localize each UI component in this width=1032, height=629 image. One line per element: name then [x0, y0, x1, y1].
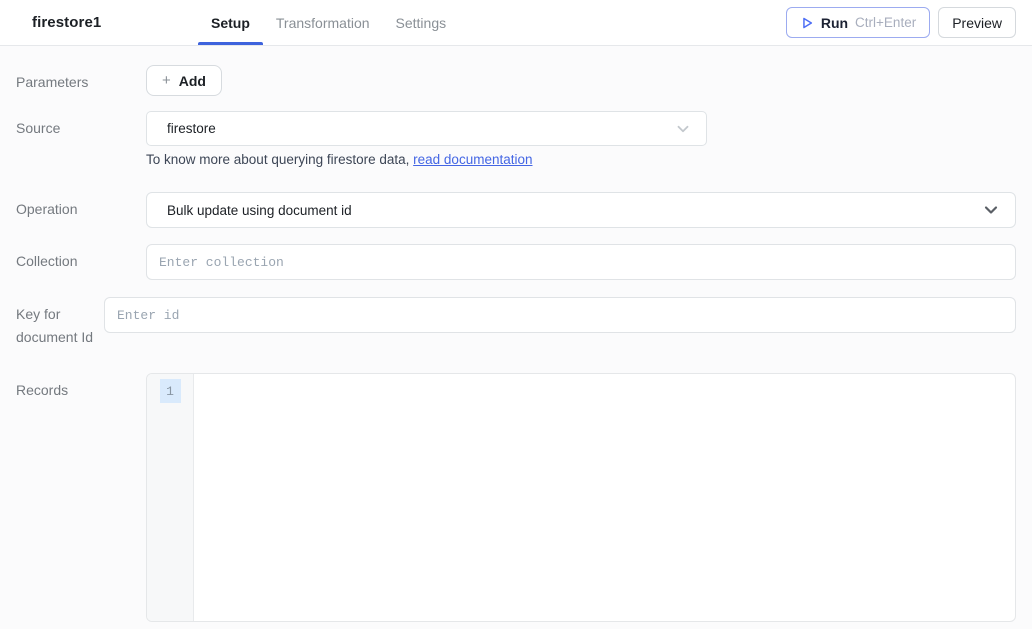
- tab-setup[interactable]: Setup: [198, 0, 263, 45]
- query-header: firestore1 Setup Transformation Settings…: [0, 0, 1032, 46]
- tab-settings[interactable]: Settings: [383, 0, 460, 45]
- source-row: Source firestore To know more about quer…: [16, 111, 1016, 167]
- collection-input[interactable]: [146, 244, 1016, 280]
- operation-label: Operation: [16, 192, 146, 228]
- add-parameter-label: Add: [179, 73, 206, 89]
- source-label: Source: [16, 111, 146, 167]
- line-number-gutter: 1: [147, 374, 194, 621]
- records-code-area[interactable]: [194, 374, 1015, 621]
- document-key-label: Key for document Id: [16, 297, 104, 349]
- collection-label: Collection: [16, 244, 146, 280]
- parameters-label: Parameters: [16, 65, 146, 96]
- document-id-input[interactable]: [104, 297, 1016, 333]
- operation-select-value: Bulk update using document id: [167, 203, 981, 218]
- run-button-label: Run: [821, 15, 848, 31]
- operation-row: Operation Bulk update using document id: [16, 192, 1016, 228]
- query-setup-form: Parameters + Add Source firestore To kno…: [0, 65, 1032, 622]
- header-actions: Run Ctrl+Enter Preview: [786, 0, 1016, 45]
- line-number: 1: [160, 379, 181, 403]
- records-row: Records 1: [16, 373, 1016, 622]
- chevron-down-icon: [674, 120, 692, 138]
- parameters-row: Parameters + Add: [16, 65, 1016, 96]
- document-key-row: Key for document Id: [16, 297, 1016, 349]
- plus-icon: +: [162, 72, 171, 89]
- read-documentation-link[interactable]: read documentation: [413, 152, 532, 167]
- chevron-down-icon: [981, 200, 1001, 220]
- add-parameter-button[interactable]: + Add: [146, 65, 222, 96]
- run-shortcut-hint: Ctrl+Enter: [855, 15, 916, 30]
- records-code-editor[interactable]: 1: [146, 373, 1016, 622]
- source-select[interactable]: firestore: [146, 111, 707, 146]
- operation-select[interactable]: Bulk update using document id: [146, 192, 1016, 228]
- preview-button[interactable]: Preview: [938, 7, 1016, 38]
- source-select-value: firestore: [167, 121, 674, 136]
- tab-bar: Setup Transformation Settings: [198, 0, 459, 45]
- records-label: Records: [16, 373, 146, 622]
- tab-transformation[interactable]: Transformation: [263, 0, 383, 45]
- play-icon: [800, 16, 814, 30]
- source-help-text: To know more about querying firestore da…: [146, 152, 1016, 167]
- run-button[interactable]: Run Ctrl+Enter: [786, 7, 930, 38]
- query-title: firestore1: [32, 14, 180, 31]
- collection-row: Collection: [16, 244, 1016, 280]
